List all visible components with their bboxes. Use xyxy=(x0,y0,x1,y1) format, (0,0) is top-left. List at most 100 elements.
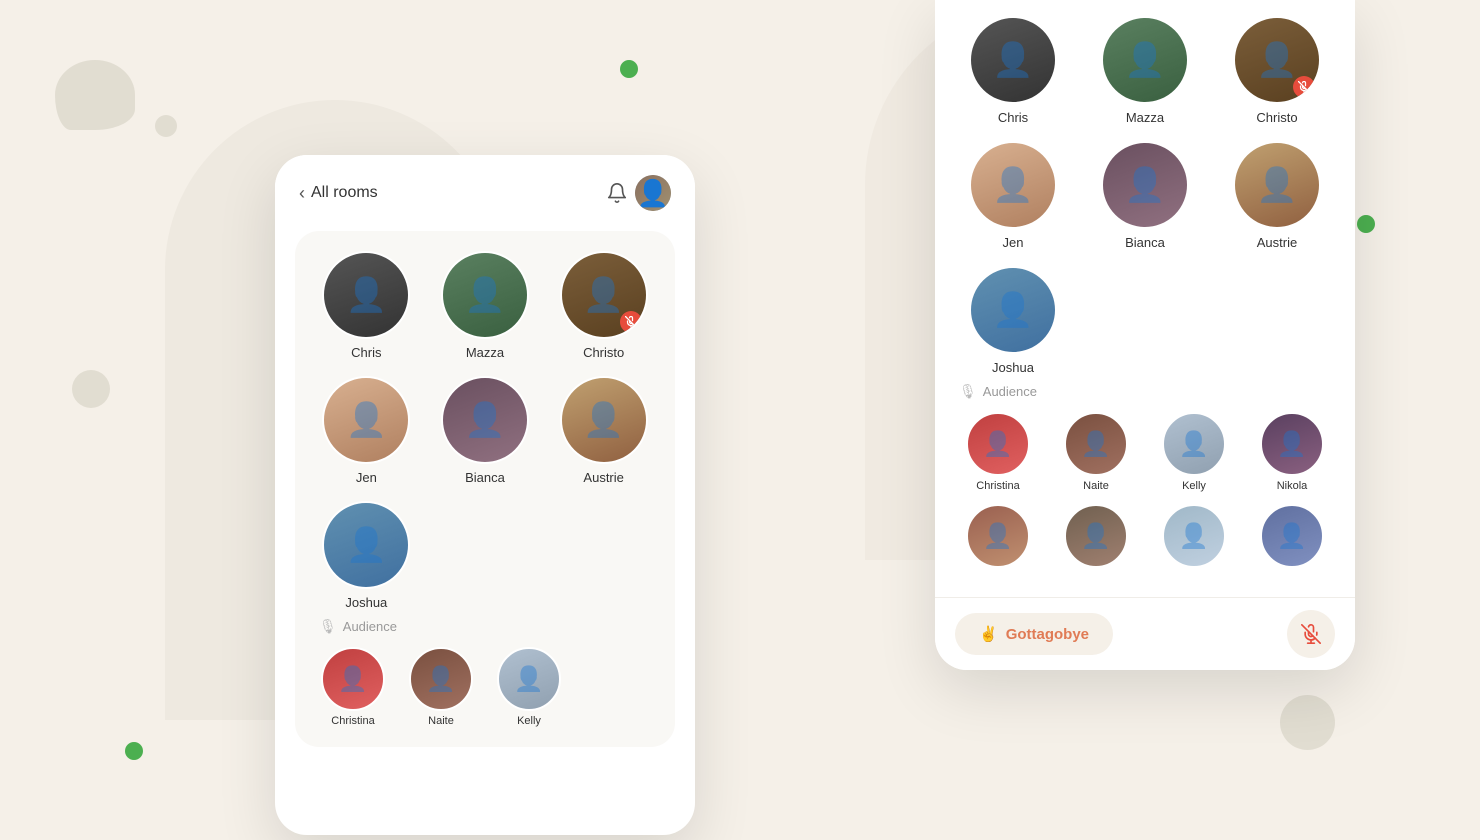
audience-name: Kelly xyxy=(1182,480,1206,492)
speaker-item[interactable]: 👤 Joshua xyxy=(955,266,1071,375)
speaker-name: Austrie xyxy=(583,470,623,485)
phone-header: ‹ All rooms 👤 xyxy=(275,155,695,223)
speaker-avatar: 👤 xyxy=(322,251,410,339)
speaker-item[interactable]: 👤 Mazza xyxy=(1087,16,1203,125)
back-button[interactable]: ‹ All rooms xyxy=(299,183,378,204)
audience-avatar: 👤 xyxy=(1162,504,1226,568)
audience-name: Christina xyxy=(976,480,1019,492)
speaker-item[interactable]: 👤 Jen xyxy=(955,141,1071,250)
speakers-grid: 👤Chris👤Mazza👤Christo👤Jen👤Bianca👤Austrie👤… xyxy=(315,251,655,610)
room-card: 👤Chris👤Mazza👤Christo👤Jen👤Bianca👤Austrie👤… xyxy=(295,231,675,747)
bottom-bar: ✌️ Gottagobye xyxy=(935,597,1355,670)
audience-avatar: 👤 xyxy=(966,412,1030,476)
audience-avatar: 👤 xyxy=(497,647,561,711)
speaker-name: Mazza xyxy=(466,345,504,360)
audience-item[interactable]: 👤 xyxy=(1249,504,1335,568)
audience-item[interactable]: 👤 Naite xyxy=(1053,412,1139,492)
audience-name: Nikola xyxy=(1277,480,1308,492)
audience-avatar: 👤 xyxy=(321,647,385,711)
speaker-name: Joshua xyxy=(992,360,1034,375)
speaker-avatar: 👤 xyxy=(1233,16,1321,104)
speaker-name: Jen xyxy=(356,470,377,485)
audience-item[interactable]: 👤 Christina xyxy=(955,412,1041,492)
speaker-item[interactable]: 👤 Chris xyxy=(315,251,418,360)
speaker-item[interactable]: 👤 Bianca xyxy=(434,376,537,485)
speaker-item[interactable]: 👤 Bianca xyxy=(1087,141,1203,250)
user-avatar[interactable]: 👤 xyxy=(635,175,671,211)
speaker-item[interactable]: 👤Jen xyxy=(315,376,418,485)
back-arrow-icon: ‹ xyxy=(299,183,305,204)
speaker-item[interactable]: 👤 Christo xyxy=(552,251,655,360)
blob-decoration-green-bottom-left xyxy=(125,742,143,760)
speaker-avatar: 👤 xyxy=(969,266,1057,354)
speaker-name: Bianca xyxy=(465,470,505,485)
audience-item[interactable]: 👤 Kelly xyxy=(1151,412,1237,492)
speaker-name: Christo xyxy=(583,345,624,360)
audience-avatar: 👤 xyxy=(409,647,473,711)
speaker-item[interactable]: 👤 Joshua xyxy=(315,501,418,610)
blob-decoration-green-right xyxy=(1357,215,1375,233)
speaker-name: Jen xyxy=(1003,235,1024,250)
audience-grid: 👤 Christina 👤Naite👤Kelly xyxy=(315,647,655,727)
audience-label: Audience xyxy=(343,619,397,634)
phone-content: 👤Chris👤Mazza👤Christo👤Jen👤Bianca👤Austrie👤… xyxy=(275,223,695,833)
audience-item[interactable]: 👤Kelly xyxy=(491,647,567,727)
mic-icon: 🎙 xyxy=(319,618,337,635)
audience-item[interactable]: 👤 xyxy=(1053,504,1139,568)
audience-avatar: 👤 xyxy=(1064,504,1128,568)
header-title: All rooms xyxy=(311,184,378,202)
speaker-name: Mazza xyxy=(1126,110,1164,125)
speaker-name: Chris xyxy=(351,345,381,360)
speaker-name: Chris xyxy=(998,110,1028,125)
audience-section-label: 🎙 Audience xyxy=(315,618,655,635)
right-mic-icon: 🎙 xyxy=(959,383,977,400)
speaker-name: Austrie xyxy=(1257,235,1297,250)
speaker-avatar: 👤 xyxy=(1233,141,1321,229)
right-audience-section-label: 🎙 Audience xyxy=(955,383,1335,400)
audience-item[interactable]: 👤 Nikola xyxy=(1249,412,1335,492)
speaker-avatar: 👤 xyxy=(969,141,1057,229)
speaker-name: Joshua xyxy=(345,595,387,610)
audience-avatar: 👤 xyxy=(1064,412,1128,476)
blob-decoration-m xyxy=(55,60,135,130)
gottagobye-emoji: ✌️ xyxy=(979,625,998,643)
blob-decoration-green-top-center xyxy=(620,60,638,78)
speaker-item[interactable]: 👤 Christo xyxy=(1219,16,1335,125)
speaker-avatar: 👤 xyxy=(969,16,1057,104)
speaker-avatar: 👤 xyxy=(1101,141,1189,229)
blob-decoration-circle-right-bottom xyxy=(1280,695,1335,750)
mute-button[interactable] xyxy=(1287,610,1335,658)
speaker-name: Bianca xyxy=(1125,235,1165,250)
blob-decoration-dot1 xyxy=(155,115,177,137)
speaker-item[interactable]: 👤 Austrie xyxy=(552,376,655,485)
speaker-item[interactable]: 👤 Chris xyxy=(955,16,1071,125)
gottagobye-label: Gottagobye xyxy=(1006,626,1089,643)
right-audience-label: Audience xyxy=(983,384,1037,399)
speaker-avatar: 👤 xyxy=(560,376,648,464)
audience-name: Christina xyxy=(331,715,374,727)
blob-decoration-circle-left xyxy=(72,370,110,408)
audience-avatar: 👤 xyxy=(966,504,1030,568)
speaker-item[interactable]: 👤Mazza xyxy=(434,251,537,360)
speaker-avatar: 👤 xyxy=(322,501,410,589)
right-audience-grid: 👤 Christina 👤 Naite 👤 Kelly 👤 Nikola 👤 👤 👤 👤 xyxy=(955,412,1335,568)
audience-avatar: 👤 xyxy=(1162,412,1226,476)
left-phone: ‹ All rooms 👤 👤Chris👤Mazza👤Christo👤Jen👤B… xyxy=(275,155,695,835)
audience-item[interactable]: 👤 xyxy=(955,504,1041,568)
speaker-avatar: 👤 xyxy=(1101,16,1189,104)
speaker-name: Christo xyxy=(1256,110,1297,125)
muted-badge xyxy=(620,311,642,333)
speaker-avatar: 👤 xyxy=(441,376,529,464)
muted-badge xyxy=(1293,76,1315,98)
audience-item[interactable]: 👤Naite xyxy=(403,647,479,727)
audience-avatar: 👤 xyxy=(1260,504,1324,568)
gottagobye-button[interactable]: ✌️ Gottagobye xyxy=(955,613,1113,655)
audience-name: Naite xyxy=(1083,480,1109,492)
speaker-avatar: 👤 xyxy=(560,251,648,339)
audience-avatar: 👤 xyxy=(1260,412,1324,476)
audience-item[interactable]: 👤 xyxy=(1151,504,1237,568)
right-phone: 👤Chris👤Mazza👤Christo👤Jen👤Bianca👤Austrie👤… xyxy=(935,0,1355,670)
audience-item[interactable]: 👤 Christina xyxy=(315,647,391,727)
speaker-item[interactable]: 👤 Austrie xyxy=(1219,141,1335,250)
bell-icon[interactable] xyxy=(599,175,635,211)
